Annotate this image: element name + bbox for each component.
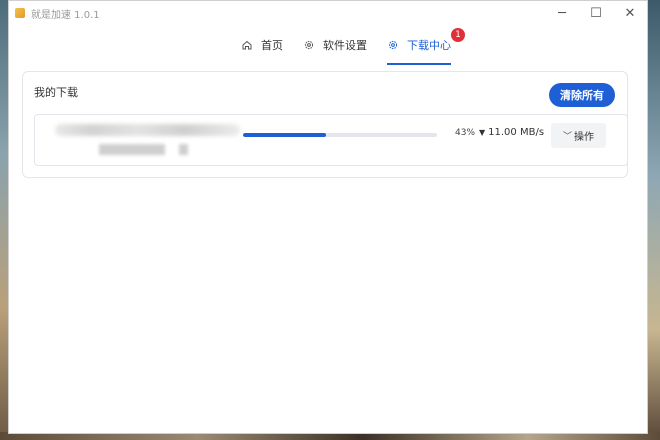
desktop-wallpaper-left bbox=[0, 0, 8, 440]
maximize-button[interactable]: ☐ bbox=[579, 1, 613, 25]
gear-icon bbox=[388, 40, 398, 50]
minimize-icon: ─ bbox=[558, 5, 566, 21]
blurred-file-info-extra bbox=[179, 144, 188, 155]
tab-home[interactable]: 首页 bbox=[241, 31, 283, 59]
app-title: 就是加速 1.0.1 bbox=[31, 9, 100, 21]
tab-download-center-label: 下载中心 bbox=[407, 39, 451, 52]
download-item: 43% ▼ 11.00 MB/s ﹀ 操作 bbox=[34, 114, 628, 166]
blurred-file-name bbox=[55, 124, 240, 136]
downloads-panel: 我的下载 清除所有 43% ▼ 11.00 MB/s ﹀ 操作 bbox=[22, 71, 628, 178]
home-icon bbox=[242, 40, 252, 50]
download-speed: ▼ 11.00 MB/s bbox=[479, 127, 544, 138]
tab-home-label: 首页 bbox=[261, 39, 283, 52]
download-progress-bar bbox=[243, 133, 437, 137]
actions-dropdown-button[interactable]: ﹀ 操作 bbox=[551, 123, 606, 148]
maximize-icon: ☐ bbox=[590, 5, 602, 21]
app-logo-icon bbox=[15, 8, 25, 18]
chevron-down-icon: ﹀ bbox=[562, 132, 572, 142]
download-speed-value: 11.00 MB/s bbox=[488, 127, 545, 138]
desktop-wallpaper-right bbox=[648, 0, 660, 440]
app-window: 就是加速 1.0.1 ─ ☐ ✕ 首页 软件设置 下载中心 1 我的下载 清除所… bbox=[8, 0, 648, 434]
progress-fill bbox=[243, 133, 327, 137]
panel-title: 我的下载 bbox=[34, 86, 78, 99]
close-icon: ✕ bbox=[624, 5, 636, 21]
minimize-button[interactable]: ─ bbox=[545, 1, 579, 25]
tab-settings[interactable]: 软件设置 bbox=[303, 31, 367, 59]
progress-percent: 43% bbox=[455, 128, 476, 138]
actions-label: 操作 bbox=[574, 132, 594, 143]
close-button[interactable]: ✕ bbox=[613, 1, 647, 25]
tab-settings-label: 软件设置 bbox=[323, 39, 367, 52]
window-controls: ─ ☐ ✕ bbox=[545, 1, 647, 25]
top-nav: 首页 软件设置 下载中心 1 bbox=[9, 28, 649, 65]
notification-badge: 1 bbox=[451, 28, 465, 42]
blurred-file-info bbox=[99, 144, 165, 155]
download-arrow-icon: ▼ bbox=[479, 128, 486, 137]
tab-download-center[interactable]: 下载中心 1 bbox=[387, 28, 465, 65]
clear-all-button[interactable]: 清除所有 bbox=[549, 83, 615, 107]
gear-icon bbox=[304, 40, 314, 50]
title-bar[interactable]: 就是加速 1.0.1 ─ ☐ ✕ bbox=[9, 1, 647, 25]
